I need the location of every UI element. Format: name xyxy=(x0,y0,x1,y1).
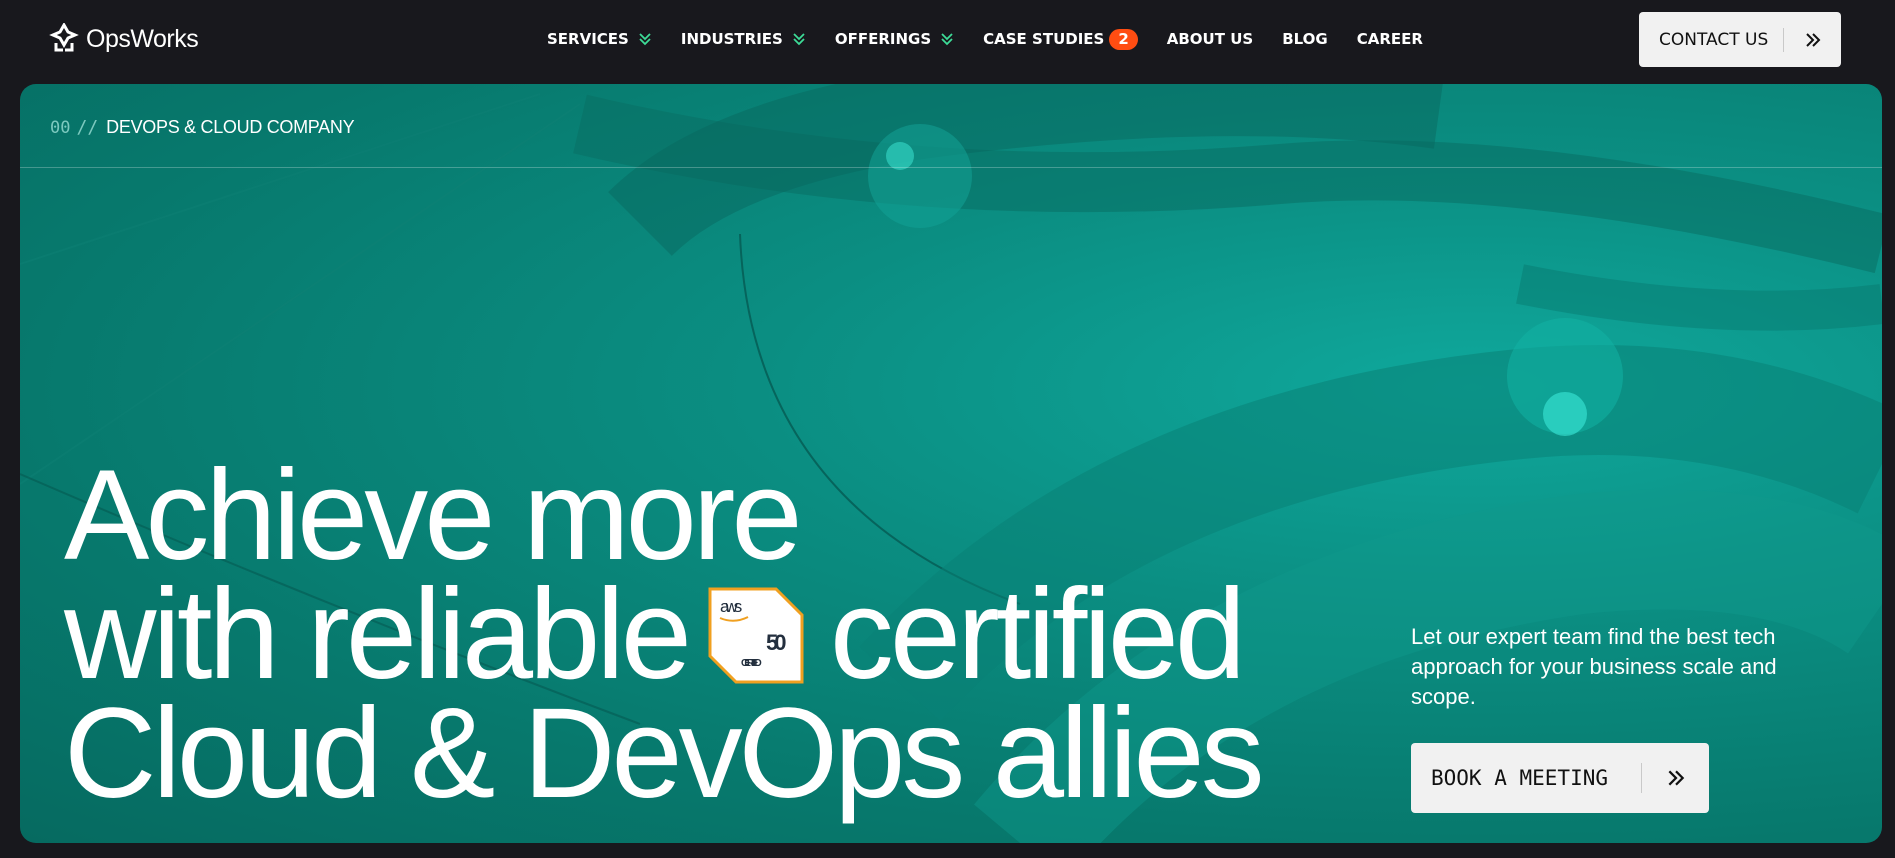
nav-industries-label: INDUSTRIES xyxy=(680,30,783,48)
nav-blog[interactable]: BLOG xyxy=(1282,30,1328,48)
breadcrumb-separator: // xyxy=(76,117,99,138)
page-title: Achieve more with reliable aws 50 CERTIF… xyxy=(64,444,1265,826)
case-studies-count-badge: 2 xyxy=(1109,28,1138,50)
contact-us-button[interactable]: CONTACT US xyxy=(1639,12,1841,67)
nav-offerings-label: OFFERINGS xyxy=(834,30,932,48)
nav-offerings[interactable]: OFFERINGS xyxy=(835,30,954,48)
contact-us-label: CONTACT US xyxy=(1659,29,1769,50)
nav-about-us-label: ABOUT US xyxy=(1166,30,1254,48)
chevron-down-icon xyxy=(793,33,805,46)
nav-case-studies-label: CASE STUDIES xyxy=(983,30,1105,48)
top-navigation: OpsWorks SERVICES INDUSTRIES OFFERINGS C… xyxy=(0,0,1895,78)
double-chevron-right-icon xyxy=(1642,768,1709,788)
hero-section: 00 // DEVOPS & CLOUD COMPANY Achieve mor… xyxy=(20,84,1882,843)
headline-line-3: Cloud & DevOps allies xyxy=(64,682,1265,826)
hero-divider xyxy=(20,167,1882,168)
hero-subtitle: Let our expert team find the best tech a… xyxy=(1411,624,1777,709)
book-a-meeting-label: BOOK A MEETING xyxy=(1431,766,1609,790)
nav-about-us[interactable]: ABOUT US xyxy=(1167,30,1253,48)
double-chevron-right-icon xyxy=(1784,31,1841,49)
headline-line-2: with reliable aws 50 CERTIFIED certified xyxy=(64,571,1261,699)
chevron-down-icon xyxy=(941,33,953,46)
section-number: 00 xyxy=(50,117,71,138)
main-menu: SERVICES INDUSTRIES OFFERINGS CASE STUDI… xyxy=(547,28,1452,50)
nav-case-studies[interactable]: CASE STUDIES 2 xyxy=(983,28,1138,50)
section-label: DEVOPS & CLOUD COMPANY xyxy=(106,117,355,137)
logo-text: OpsWorks xyxy=(86,24,199,53)
breadcrumb: 00 // DEVOPS & CLOUD COMPANY xyxy=(50,117,355,138)
logo[interactable]: OpsWorks xyxy=(48,22,199,56)
nav-services-label: SERVICES xyxy=(547,30,629,48)
nav-career-label: CAREER xyxy=(1356,30,1423,48)
nav-industries[interactable]: INDUSTRIES xyxy=(681,30,806,48)
aws-certified-badge-icon: aws 50 CERTIFIED xyxy=(708,587,804,684)
nav-blog-label: BLOG xyxy=(1282,30,1328,48)
nav-career[interactable]: CAREER xyxy=(1357,30,1423,48)
book-a-meeting-button[interactable]: BOOK A MEETING xyxy=(1411,743,1709,813)
headline-line-1: Achieve more xyxy=(64,444,803,587)
opsworks-logo-icon xyxy=(49,23,79,52)
chevron-down-icon xyxy=(639,33,651,46)
nav-services[interactable]: SERVICES xyxy=(547,30,652,48)
